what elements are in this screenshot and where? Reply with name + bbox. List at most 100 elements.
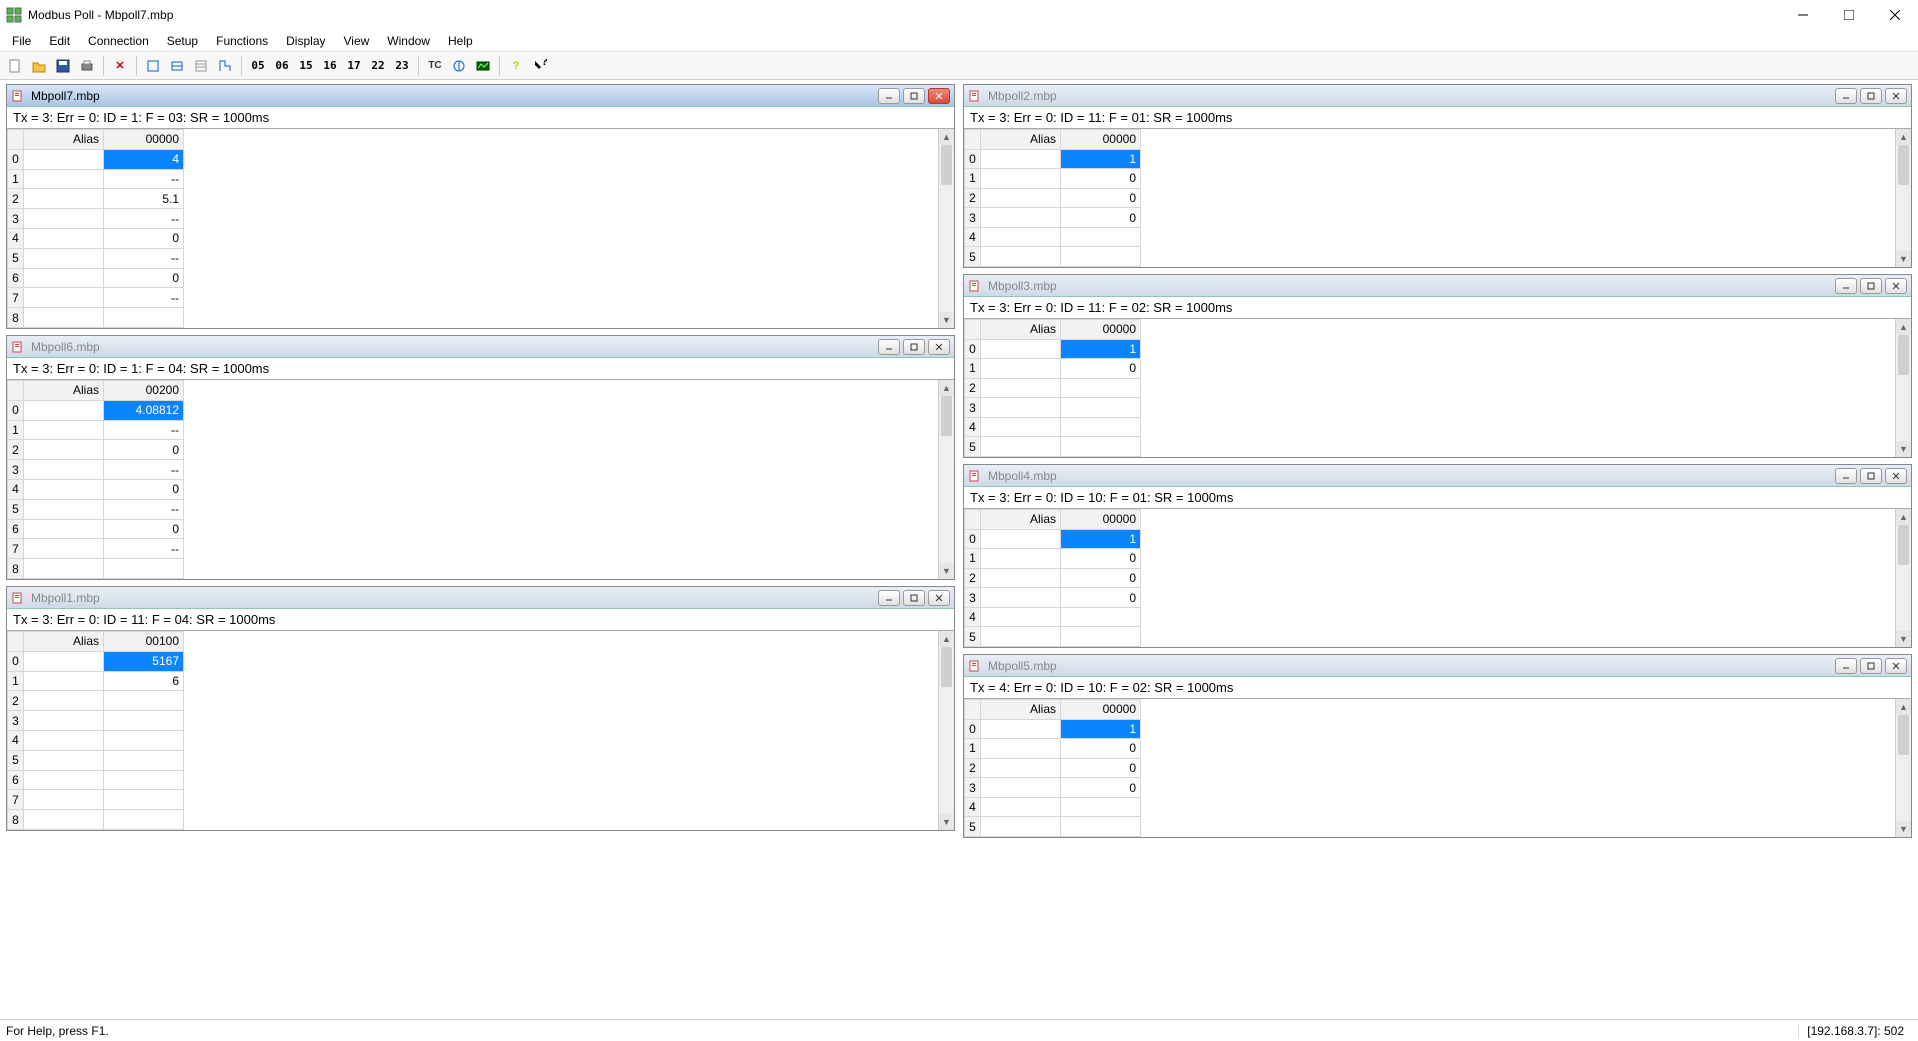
col-header-alias[interactable]: Alias	[24, 632, 104, 652]
col-header-value[interactable]: 00000	[1061, 510, 1141, 530]
value-cell[interactable]	[104, 730, 184, 750]
value-cell[interactable]: 0	[1061, 588, 1141, 608]
value-cell[interactable]	[1061, 227, 1141, 247]
vertical-scrollbar[interactable]: ▲▼	[1895, 699, 1911, 837]
fn-15-button[interactable]: 15	[295, 55, 317, 77]
context-help-button[interactable]: ?	[529, 55, 551, 77]
fn-06-button[interactable]: 06	[271, 55, 293, 77]
table-row[interactable]: 20	[965, 568, 1141, 588]
value-cell[interactable]	[1061, 378, 1141, 398]
alias-cell[interactable]	[24, 691, 104, 711]
value-cell[interactable]: 1	[1061, 149, 1141, 169]
table-row[interactable]: 2	[965, 378, 1141, 398]
table-row[interactable]: 60	[8, 519, 184, 539]
mdi-close-button[interactable]	[1885, 278, 1907, 294]
table-row[interactable]: 3--	[8, 460, 184, 480]
scroll-down-icon[interactable]: ▼	[939, 312, 954, 328]
alias-cell[interactable]	[24, 308, 104, 328]
vertical-scrollbar[interactable]: ▲▼	[1895, 129, 1911, 267]
col-header-value[interactable]: 00100	[104, 632, 184, 652]
help-button[interactable]: ?	[505, 55, 527, 77]
value-cell[interactable]: --	[104, 539, 184, 559]
scroll-up-icon[interactable]: ▲	[939, 129, 954, 145]
table-row[interactable]: 10	[965, 169, 1141, 189]
mdi-minimize-button[interactable]	[1835, 278, 1857, 294]
mdi-window-w3[interactable]: Mbpoll3.mbpTx = 3: Err = 0: ID = 11: F =…	[963, 274, 1912, 458]
fn-22-button[interactable]: 22	[367, 55, 389, 77]
alias-cell[interactable]	[981, 378, 1061, 398]
alias-cell[interactable]	[24, 770, 104, 790]
table-row[interactable]: 8	[8, 559, 184, 579]
mdi-titlebar[interactable]: Mbpoll7.mbp	[7, 85, 954, 107]
register-table[interactable]: Alias0020004.088121--203--405--607--8	[7, 380, 184, 579]
tool-button[interactable]	[190, 55, 212, 77]
col-header-alias[interactable]: Alias	[981, 700, 1061, 720]
table-row[interactable]: 8	[8, 308, 184, 328]
value-cell[interactable]: 4.08812	[104, 400, 184, 420]
alias-cell[interactable]	[24, 479, 104, 499]
table-row[interactable]: 3	[965, 398, 1141, 418]
value-cell[interactable]: 5167	[104, 651, 184, 671]
value-cell[interactable]: --	[104, 169, 184, 189]
alias-cell[interactable]	[24, 519, 104, 539]
fn-23-button[interactable]: 23	[391, 55, 413, 77]
mdi-window-w5[interactable]: Mbpoll5.mbpTx = 4: Err = 0: ID = 10: F =…	[963, 654, 1912, 838]
alias-cell[interactable]	[24, 288, 104, 308]
alias-cell[interactable]	[24, 169, 104, 189]
print-button[interactable]	[76, 55, 98, 77]
mdi-close-button[interactable]	[1885, 658, 1907, 674]
table-row[interactable]: 3--	[8, 209, 184, 229]
menu-display[interactable]: Display	[278, 32, 333, 50]
scroll-thumb[interactable]	[941, 396, 952, 436]
mdi-maximize-button[interactable]	[1860, 88, 1882, 104]
alias-cell[interactable]	[981, 607, 1061, 627]
value-cell[interactable]	[104, 711, 184, 731]
value-cell[interactable]: 0	[1061, 758, 1141, 778]
mdi-minimize-button[interactable]	[878, 339, 900, 355]
table-row[interactable]: 1--	[8, 420, 184, 440]
col-header-value[interactable]: 00000	[1061, 700, 1141, 720]
mdi-window-w4[interactable]: Mbpoll4.mbpTx = 3: Err = 0: ID = 10: F =…	[963, 464, 1912, 648]
value-cell[interactable]: --	[104, 288, 184, 308]
mdi-window-w6[interactable]: Mbpoll6.mbpTx = 3: Err = 0: ID = 1: F = …	[6, 335, 955, 580]
value-cell[interactable]: --	[104, 460, 184, 480]
value-cell[interactable]: 0	[104, 268, 184, 288]
tool-button[interactable]	[166, 55, 188, 77]
value-cell[interactable]	[104, 559, 184, 579]
col-header-alias[interactable]: Alias	[24, 381, 104, 401]
col-header-alias[interactable]: Alias	[981, 320, 1061, 340]
table-row[interactable]: 5--	[8, 499, 184, 519]
alias-cell[interactable]	[24, 228, 104, 248]
tool-button[interactable]	[472, 55, 494, 77]
table-row[interactable]: 01	[965, 149, 1141, 169]
alias-cell[interactable]	[981, 797, 1061, 817]
value-cell[interactable]	[104, 790, 184, 810]
mdi-maximize-button[interactable]	[903, 339, 925, 355]
table-row[interactable]: 04.08812	[8, 400, 184, 420]
value-cell[interactable]: 6	[104, 671, 184, 691]
fn-16-button[interactable]: 16	[319, 55, 341, 77]
alias-cell[interactable]	[981, 398, 1061, 418]
table-row[interactable]: 6	[8, 770, 184, 790]
alias-cell[interactable]	[981, 359, 1061, 379]
scroll-up-icon[interactable]: ▲	[1896, 509, 1911, 525]
mdi-maximize-button[interactable]	[903, 88, 925, 104]
value-cell[interactable]: --	[104, 248, 184, 268]
mdi-minimize-button[interactable]	[878, 88, 900, 104]
mdi-titlebar[interactable]: Mbpoll4.mbp	[964, 465, 1911, 487]
alias-cell[interactable]	[24, 711, 104, 731]
scroll-thumb[interactable]	[1898, 335, 1909, 375]
alias-cell[interactable]	[24, 420, 104, 440]
menu-functions[interactable]: Functions	[208, 32, 276, 50]
alias-cell[interactable]	[981, 568, 1061, 588]
table-row[interactable]: 25.1	[8, 189, 184, 209]
alias-cell[interactable]	[981, 778, 1061, 798]
alias-cell[interactable]	[24, 189, 104, 209]
scroll-thumb[interactable]	[941, 647, 952, 687]
mdi-close-button[interactable]	[928, 590, 950, 606]
value-cell[interactable]: 1	[1061, 529, 1141, 549]
vertical-scrollbar[interactable]: ▲▼	[938, 631, 954, 830]
table-row[interactable]: 40	[8, 228, 184, 248]
alias-cell[interactable]	[981, 739, 1061, 759]
col-header-value[interactable]: 00000	[104, 130, 184, 150]
